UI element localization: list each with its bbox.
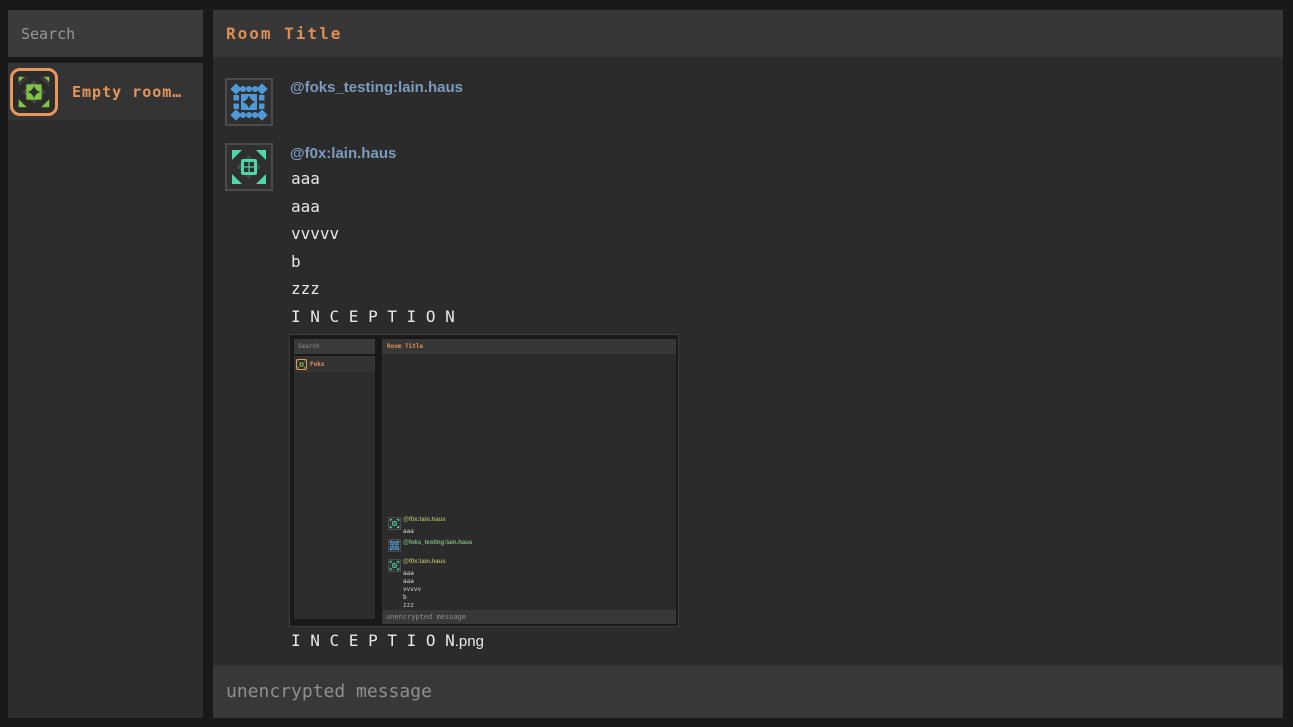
room-avatar bbox=[10, 68, 58, 116]
message-body: aaa aaa vvvvv b zzz I N C E P T I O N bbox=[291, 169, 455, 334]
message-line: I N C E P T I O N bbox=[291, 307, 455, 335]
room-header: Room Title bbox=[213, 10, 1283, 57]
mini-message-sender: @f0x:lain.haus bbox=[403, 559, 446, 565]
green-identicon-icon bbox=[16, 74, 52, 110]
teal-identicon-icon bbox=[229, 147, 269, 187]
mini-message-line: aaa bbox=[403, 578, 414, 585]
mini-message-sender: @foks_testing:lain.haus bbox=[403, 540, 472, 546]
mini-chat-timeline: @f0x:lain.haus aaa @foks_testing:lain.ha… bbox=[382, 354, 676, 610]
chat-timeline: @foks_testing:lain.haus @f0x:lain.haus a… bbox=[213, 57, 1283, 665]
message-line: zzz bbox=[291, 279, 455, 307]
mini-room-title: Room Title bbox=[382, 339, 676, 354]
message-line: vvvvv bbox=[291, 224, 455, 252]
message-line: aaa bbox=[291, 169, 455, 197]
blue-identicon-icon bbox=[229, 82, 269, 122]
mini-search-input: Search bbox=[294, 339, 375, 354]
mini-message-line: aaa bbox=[403, 528, 414, 535]
mini-blue-identicon-icon bbox=[388, 539, 401, 552]
composer-bar bbox=[213, 665, 1283, 718]
mini-message-line: b bbox=[403, 594, 407, 601]
mini-room-name: Foks bbox=[310, 361, 324, 368]
search-input[interactable] bbox=[8, 10, 203, 57]
room-list-item-empty-room[interactable]: Empty room… bbox=[8, 63, 203, 120]
app-window: { "sidebar": { "search": { "placeholder"… bbox=[0, 0, 1293, 727]
mini-message-line: vvvvv bbox=[403, 586, 421, 593]
mini-message-sender: @f0x:lain.haus bbox=[403, 517, 446, 523]
mini-teal-identicon-icon bbox=[388, 559, 401, 572]
mini-green-identicon-icon bbox=[296, 359, 307, 370]
attachment-filename[interactable]: I N C E P T I O N.png bbox=[291, 631, 484, 650]
mini-room-list: Foks bbox=[294, 356, 375, 619]
mini-composer-input: unencrypted message bbox=[382, 610, 676, 624]
mini-teal-identicon-icon bbox=[388, 517, 401, 530]
attachment-image[interactable]: Search Foks Room Title @f0x:lain.haus aa… bbox=[289, 334, 679, 627]
message-avatar[interactable] bbox=[225, 143, 273, 191]
room-name-label: Empty room… bbox=[72, 83, 182, 101]
message-line: b bbox=[291, 252, 455, 280]
mini-room-item: Foks bbox=[294, 356, 375, 372]
message-avatar[interactable] bbox=[225, 78, 273, 126]
mini-message-line: aaa bbox=[403, 570, 414, 577]
message-sender[interactable]: @foks_testing:lain.haus bbox=[290, 79, 463, 96]
room-list: Empty room… bbox=[8, 63, 203, 718]
message-line: aaa bbox=[291, 197, 455, 225]
composer-input[interactable] bbox=[213, 665, 1283, 718]
attachment-filename-base: I N C E P T I O N bbox=[291, 631, 455, 650]
attachment-filename-ext: .png bbox=[455, 633, 484, 650]
message-sender[interactable]: @f0x:lain.haus bbox=[290, 145, 396, 162]
mini-message-line: zzz bbox=[403, 602, 414, 609]
room-title: Room Title bbox=[226, 24, 342, 43]
